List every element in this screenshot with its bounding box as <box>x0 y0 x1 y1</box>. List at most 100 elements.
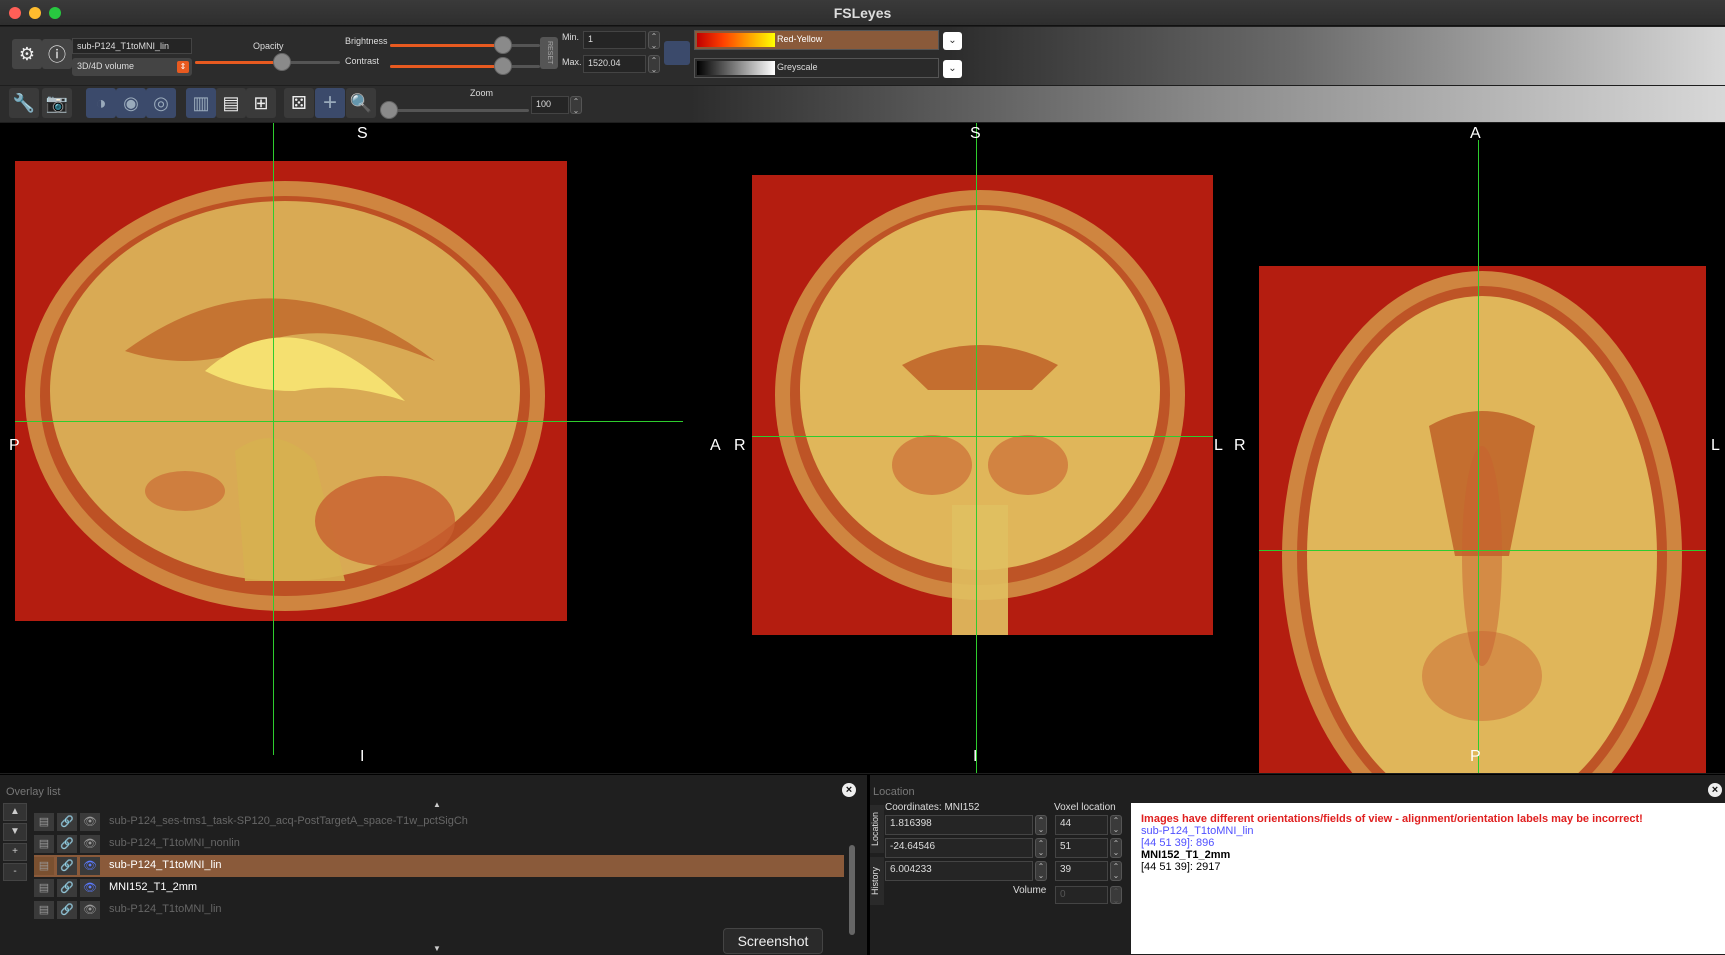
brightness-fill <box>390 44 503 47</box>
minimize-window-button[interactable] <box>29 7 41 19</box>
coord-x-field[interactable]: 1.816398 <box>885 815 1033 835</box>
move-up-button[interactable]: ▲ <box>3 803 27 821</box>
scroll-up-icon[interactable]: ▲ <box>433 800 441 809</box>
coord-z-field[interactable]: 6.004233 <box>885 861 1033 881</box>
voxel-z-spinner[interactable]: ⌃ ⌄ <box>1110 861 1122 881</box>
link-icon[interactable]: 🔗 <box>57 901 77 919</box>
vertical-layout-icon[interactable]: ▤ <box>216 88 246 118</box>
link-icon[interactable]: 🔗 <box>57 857 77 875</box>
camera-icon[interactable]: 📷 <box>42 88 72 118</box>
wrench-icon[interactable]: 🔧 <box>9 88 39 118</box>
overlay-list-item[interactable]: ▤ 🔗 👁 sub-P124_T1toMNI_nonlin <box>34 833 844 855</box>
save-icon[interactable]: ▤ <box>34 901 54 919</box>
voxel-x-field[interactable]: 44 <box>1055 815 1108 835</box>
movie-icon[interactable]: ⚄ <box>284 88 314 118</box>
eye-icon[interactable]: 👁 <box>80 857 100 875</box>
scroll-down-icon[interactable]: ▼ <box>433 944 441 953</box>
close-icon[interactable]: × <box>842 783 856 797</box>
coord-z-spinner[interactable]: ⌃ ⌄ <box>1035 861 1047 881</box>
voxel-z-field[interactable]: 39 <box>1055 861 1108 881</box>
eye-icon[interactable]: 👁 <box>80 835 100 853</box>
colormap-select[interactable]: Red-Yellow <box>694 30 939 50</box>
ortho-view[interactable]: S I P A S I R L A P R L <box>0 123 1725 773</box>
volume-field[interactable]: 0 <box>1055 886 1108 904</box>
overlay-list-item[interactable]: ▤ 🔗 👁 MNI152_T1_2mm <box>34 877 844 899</box>
min-field[interactable]: 1 <box>583 31 646 49</box>
overlay-type-select[interactable]: 3D/4D volume ⇕ <box>72 58 192 76</box>
close-window-button[interactable] <box>9 7 21 19</box>
overlay2-value: [44 51 39]: 2917 <box>1141 861 1221 873</box>
neg-colormap-select[interactable]: Greyscale <box>694 58 939 78</box>
link-icon[interactable]: 🔗 <box>57 835 77 853</box>
max-spinner[interactable]: ⌃ ⌄ <box>648 55 660 74</box>
save-icon[interactable]: ▤ <box>34 813 54 831</box>
opacity-knob[interactable] <box>273 53 291 71</box>
sagittal-label-right: A <box>710 437 721 454</box>
axial-slice[interactable] <box>1259 266 1706 773</box>
tab-history[interactable]: History <box>870 857 884 905</box>
overlay-name-field[interactable]: sub-P124_T1toMNI_lin <box>72 38 192 54</box>
eye-icon[interactable]: 👁 <box>80 813 100 831</box>
crosshair-icon[interactable]: + <box>315 88 345 118</box>
remove-overlay-button[interactable]: - <box>3 863 27 881</box>
coord-y-field[interactable]: -24.64546 <box>885 838 1033 858</box>
min-spinner[interactable]: ⌃ ⌄ <box>648 31 660 50</box>
save-icon[interactable]: ▤ <box>34 835 54 853</box>
coronal-view-icon[interactable]: ◉ <box>116 88 146 118</box>
ortho-toolbar: 🔧 📷 ◑ ◉ ◎ ▥ ▤ ⊞ ⚄ + 🔍 Zoom 100 ⌃ ⌄ <box>0 86 1725 122</box>
close-icon[interactable]: × <box>1708 783 1722 797</box>
coord-y-spinner[interactable]: ⌃ ⌄ <box>1035 838 1047 858</box>
eye-icon[interactable]: 👁 <box>80 901 100 919</box>
overlay-list-item-selected[interactable]: ▤ 🔗 👁 sub-P124_T1toMNI_lin <box>34 855 844 877</box>
chevron-down-icon[interactable]: ⌄ <box>943 32 962 50</box>
zoom-field[interactable]: 100 <box>531 96 569 114</box>
tab-location[interactable]: Location <box>870 805 884 853</box>
zoom-slider[interactable] <box>380 101 529 119</box>
zoom-icon[interactable]: 🔍 <box>346 88 376 118</box>
coord-x-spinner[interactable]: ⌃ ⌄ <box>1035 815 1047 835</box>
link-icon[interactable]: 🔗 <box>57 813 77 831</box>
voxel-y-spinner[interactable]: ⌃ ⌄ <box>1110 838 1122 858</box>
coronal-brain-image <box>775 190 1185 635</box>
contrast-knob[interactable] <box>493 57 512 75</box>
axial-label-bottom: P <box>1470 748 1481 765</box>
orientation-warning: Images have different orientations/field… <box>1141 813 1643 825</box>
brightness-slider[interactable] <box>390 36 540 54</box>
zoom-spinner[interactable]: ⌃ ⌄ <box>570 96 582 115</box>
overlay-list-item[interactable]: ▤ 🔗 👁 sub-P124_T1toMNI_lin <box>34 899 844 921</box>
opacity-slider[interactable] <box>195 53 340 71</box>
overlay-type-value: 3D/4D volume <box>77 61 135 71</box>
horizontal-layout-icon[interactable]: ▥ <box>186 88 216 118</box>
volume-spinner[interactable]: ⌃ ⌄ <box>1110 886 1122 905</box>
contrast-label: Contrast <box>345 56 380 66</box>
voxel-x-spinner[interactable]: ⌃ ⌄ <box>1110 815 1122 835</box>
overlay-list-item[interactable]: ▤ 🔗 👁 sub-P124_ses-tms1_task-SP120_acq-P… <box>34 811 844 833</box>
sagittal-slice[interactable] <box>15 161 567 621</box>
sagittal-cursor-v <box>273 123 274 755</box>
sagittal-view-icon[interactable]: ◑ <box>86 88 116 118</box>
zoom-knob[interactable] <box>380 101 398 119</box>
add-overlay-button[interactable]: + <box>3 843 27 861</box>
screenshot-button[interactable]: Screenshot <box>723 928 823 954</box>
chevron-down-icon[interactable]: ⌄ <box>943 60 962 78</box>
neg-colormap-name: Greyscale <box>777 62 818 72</box>
eye-icon[interactable]: 👁 <box>80 879 100 897</box>
save-icon[interactable]: ▤ <box>34 857 54 875</box>
grid-layout-icon[interactable]: ⊞ <box>246 88 276 118</box>
axial-view-icon[interactable]: ◎ <box>146 88 176 118</box>
zoom-window-button[interactable] <box>49 7 61 19</box>
save-icon[interactable]: ▤ <box>34 879 54 897</box>
move-down-button[interactable]: ▼ <box>3 823 27 841</box>
link-icon[interactable]: 🔗 <box>57 879 77 897</box>
info-icon[interactable]: ⓘ <box>42 39 72 69</box>
reset-button[interactable]: RESET <box>540 37 558 69</box>
link-cmaps-icon[interactable] <box>664 41 690 65</box>
gear-icon[interactable]: ⚙ <box>12 39 42 69</box>
max-field[interactable]: 1520.04 <box>583 55 646 73</box>
contrast-slider[interactable] <box>390 57 540 75</box>
coronal-slice[interactable] <box>752 175 1213 635</box>
overlay-name: sub-P124_T1toMNI_lin <box>109 903 222 915</box>
voxel-y-field[interactable]: 51 <box>1055 838 1108 858</box>
brightness-knob[interactable] <box>493 36 512 54</box>
overlay-list-scrollbar[interactable] <box>849 845 855 935</box>
